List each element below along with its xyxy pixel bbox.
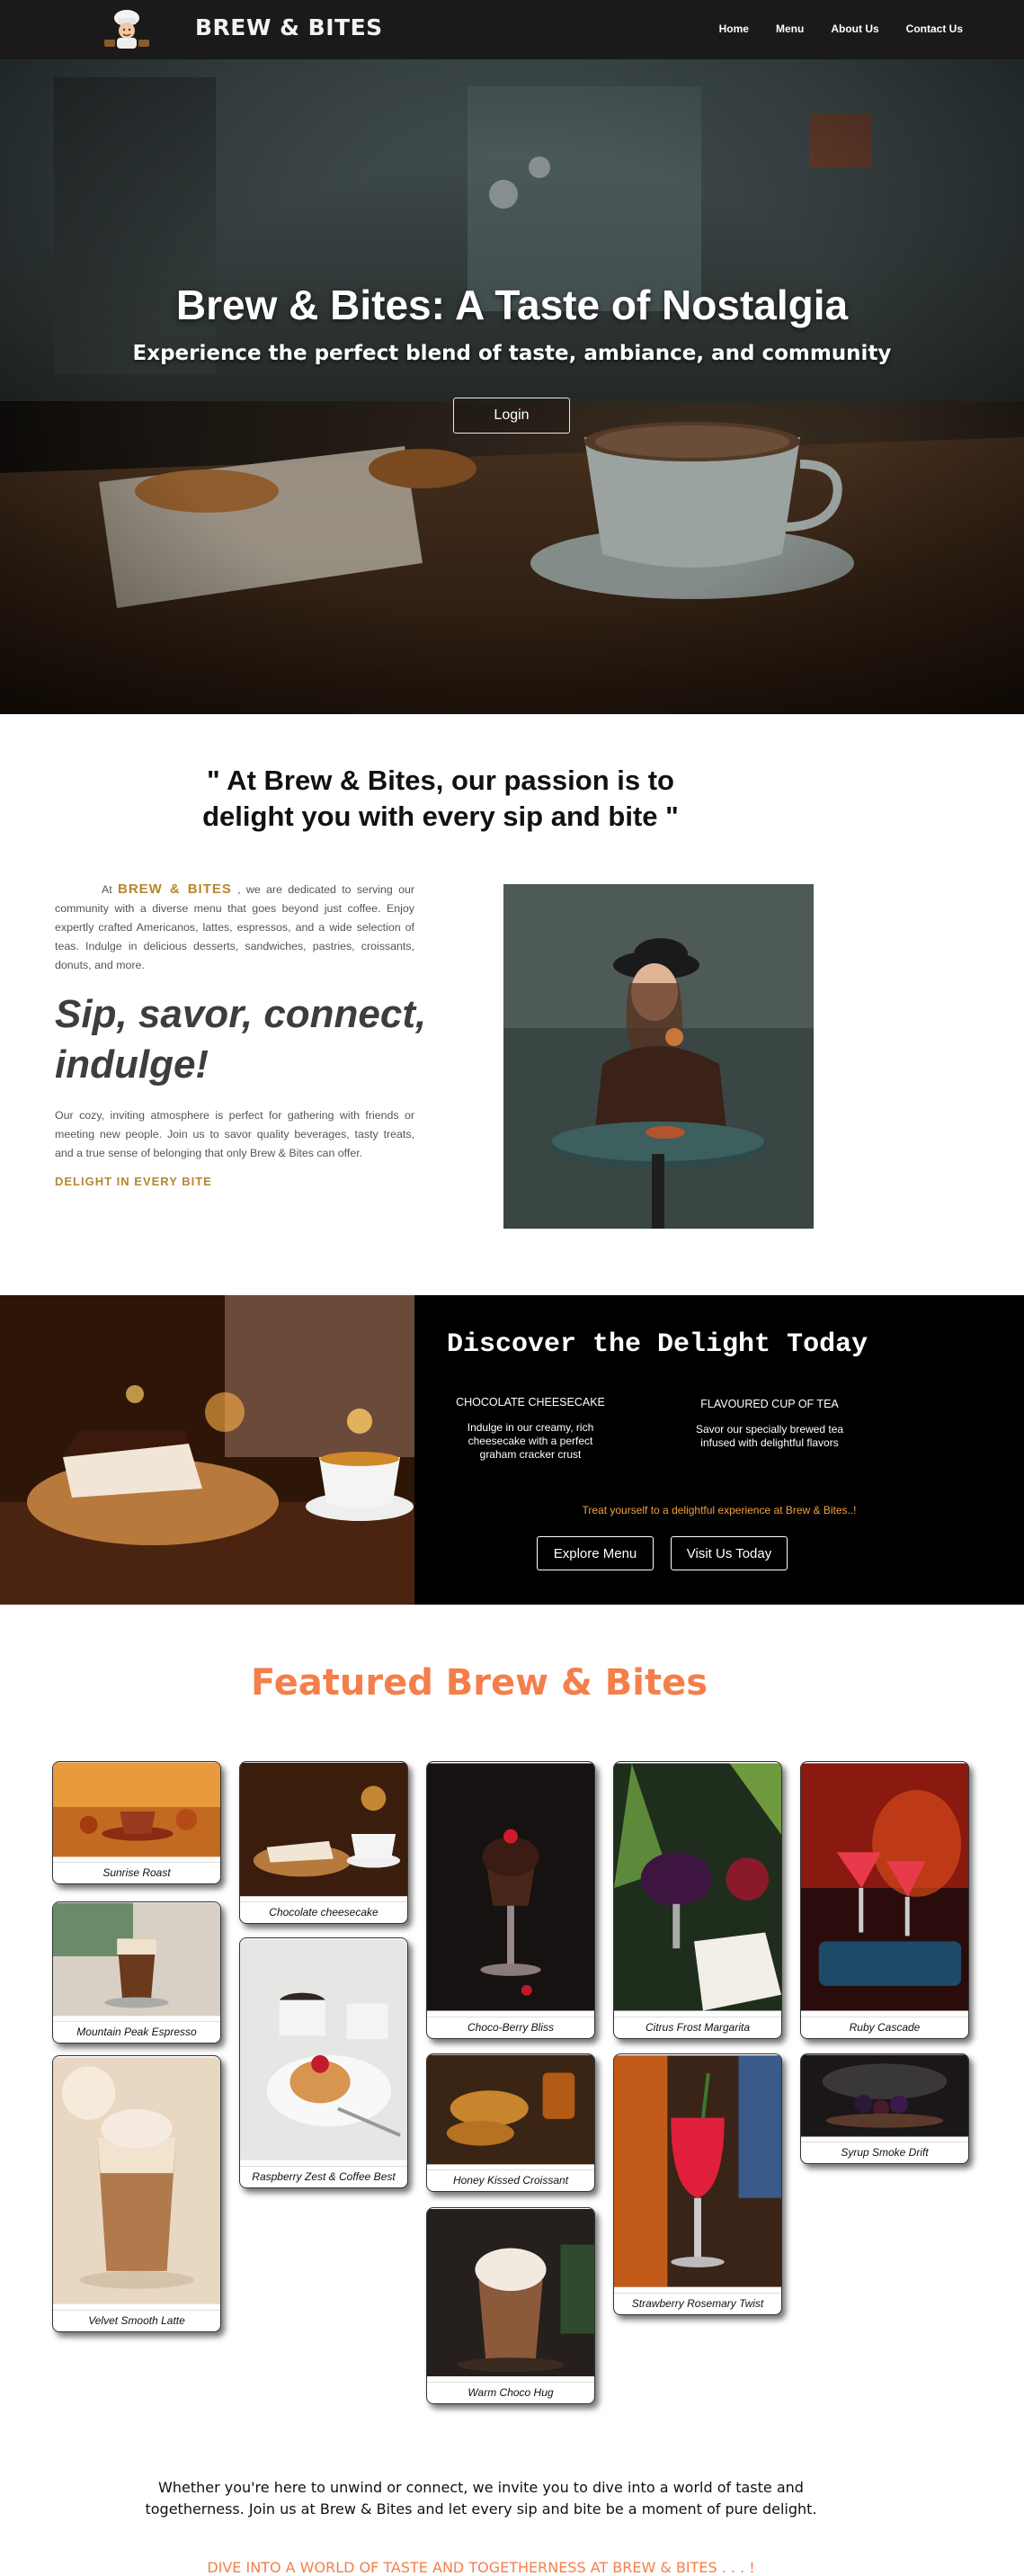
chocolate-cheesecake-image <box>240 1762 407 1897</box>
featured-card-syrup-smoke-drift[interactable]: Syrup Smoke Drift <box>800 2053 969 2164</box>
login-button[interactable]: Login <box>453 398 570 434</box>
nav-home[interactable]: Home <box>719 22 749 35</box>
discover-item-heading: CHOCOLATE CHEESECAKE <box>456 1396 605 1409</box>
featured-card-choco-berry-bliss[interactable]: Choco-Berry Bliss <box>426 1761 595 2039</box>
featured-caption: Chocolate cheesecake <box>240 1901 407 1923</box>
featured-caption: Velvet Smooth Latte <box>53 2310 220 2331</box>
nav-menu[interactable]: Menu <box>776 22 804 35</box>
discover-item-heading: FLAVOURED CUP OF TEA <box>700 1398 839 1410</box>
nav-contact[interactable]: Contact Us <box>906 22 963 35</box>
treat-text: Treat yourself to a delightful experienc… <box>582 1504 857 1516</box>
featured-title: Featured Brew & Bites <box>250 1662 708 1704</box>
syrup-smoke-drift-image <box>801 2054 968 2137</box>
strawberry-rosemary-twist-image <box>614 2055 781 2287</box>
brand-name[interactable]: BREW & BITES <box>195 14 383 40</box>
featured-caption: Syrup Smoke Drift <box>801 2142 968 2163</box>
discover-title: Discover the Delight Today <box>447 1329 868 1360</box>
discover-section: Discover the Delight Today CHOCOLATE CHE… <box>0 1295 1024 1605</box>
woman-eating-image <box>503 884 814 1229</box>
atmosphere-paragraph: Our cozy, inviting atmosphere is perfect… <box>55 1109 414 1159</box>
discover-item-cheesecake: CHOCOLATE CHEESECAKE Indulge in our crea… <box>432 1396 629 1462</box>
warm-choco-hug-image <box>427 2209 594 2376</box>
featured-card-ruby-cascade[interactable]: Ruby Cascade <box>800 1761 969 2039</box>
featured-card-mountain-peak-espresso[interactable]: Mountain Peak Espresso <box>52 1901 221 2044</box>
hero-cafe-image <box>0 59 1024 714</box>
cheesecake-tea-image <box>0 1295 414 1605</box>
featured-caption: Choco-Berry Bliss <box>427 2017 594 2038</box>
dive-tagline: DIVE INTO A WORLD OF TASTE AND TOGETHERN… <box>207 2559 755 2576</box>
featured-caption: Ruby Cascade <box>801 2017 968 2038</box>
featured-card-honey-kissed-croissant[interactable]: Honey Kissed Croissant <box>426 2053 595 2192</box>
passion-quote: " At Brew & Bites, our passion is to del… <box>202 765 679 832</box>
choco-berry-bliss-image <box>427 1763 594 2011</box>
featured-card-strawberry-rosemary-twist[interactable]: Strawberry Rosemary Twist <box>613 2053 782 2315</box>
featured-card-velvet-smooth-latte[interactable]: Velvet Smooth Latte <box>52 2055 221 2332</box>
featured-card-chocolate-cheesecake[interactable]: Chocolate cheesecake <box>239 1761 408 1924</box>
featured-card-sunrise-roast[interactable]: Sunrise Roast <box>52 1761 221 1884</box>
featured-caption: Warm Choco Hug <box>427 2382 594 2403</box>
mountain-peak-espresso-image <box>53 1902 220 2017</box>
closing-text: Whether you're here to unwind or connect… <box>145 2479 817 2518</box>
velvet-smooth-latte-image <box>53 2057 220 2304</box>
chef-logo-icon[interactable] <box>99 5 155 50</box>
sunrise-roast-image <box>53 1762 220 1857</box>
featured-caption: Honey Kissed Croissant <box>427 2169 594 2191</box>
intro-text: , we are dedicated to serving our commun… <box>55 883 414 971</box>
featured-card-raspberry-zest[interactable]: Raspberry Zest & Coffee Best <box>239 1937 408 2188</box>
honey-kissed-croissant-image <box>427 2054 594 2165</box>
discover-item-tea: FLAVOURED CUP OF TEA Savor our specially… <box>671 1398 868 1450</box>
visit-us-button[interactable]: Visit Us Today <box>671 1536 788 1570</box>
featured-card-warm-choco-hug[interactable]: Warm Choco Hug <box>426 2207 595 2404</box>
citrus-frost-margarita-image <box>614 1763 781 2011</box>
intro-brand: BREW & BITES <box>118 881 232 897</box>
hero-title: Brew & Bites: A Taste of Nostalgia <box>175 282 849 328</box>
hero-subtitle: Experience the perfect blend of taste, a… <box>132 342 892 365</box>
raspberry-zest-image <box>240 1939 407 2160</box>
delight-tagline: DELIGHT IN EVERY BITE <box>55 1175 212 1188</box>
featured-caption: Mountain Peak Espresso <box>53 2021 220 2043</box>
explore-menu-button[interactable]: Explore Menu <box>537 1536 654 1570</box>
featured-caption: Citrus Frost Margarita <box>614 2017 781 2038</box>
discover-item-desc: Indulge in our creamy, rich cheesecake w… <box>467 1421 594 1461</box>
intro-prefix: At <box>102 883 112 896</box>
featured-caption: Strawberry Rosemary Twist <box>614 2293 781 2314</box>
hero-banner: Brew & Bites: A Taste of Nostalgia Exper… <box>0 59 1024 714</box>
intro-paragraph: At BREW & BITES , we are dedicated to se… <box>55 880 414 975</box>
featured-caption: Sunrise Roast <box>53 1862 220 1883</box>
featured-caption: Raspberry Zest & Coffee Best <box>240 2166 407 2187</box>
ruby-cascade-image <box>801 1763 968 2011</box>
nav-about[interactable]: About Us <box>831 22 878 35</box>
navbar: BREW & BITES Home Menu About Us Contact … <box>0 0 1024 59</box>
discover-item-desc: Savor our specially brewed tea infused w… <box>695 1423 844 1449</box>
slogan: Sip, savor, connect, indulge! <box>55 992 427 1087</box>
nav-links: Home Menu About Us Contact Us <box>719 22 963 35</box>
featured-card-citrus-frost-margarita[interactable]: Citrus Frost Margarita <box>613 1761 782 2039</box>
